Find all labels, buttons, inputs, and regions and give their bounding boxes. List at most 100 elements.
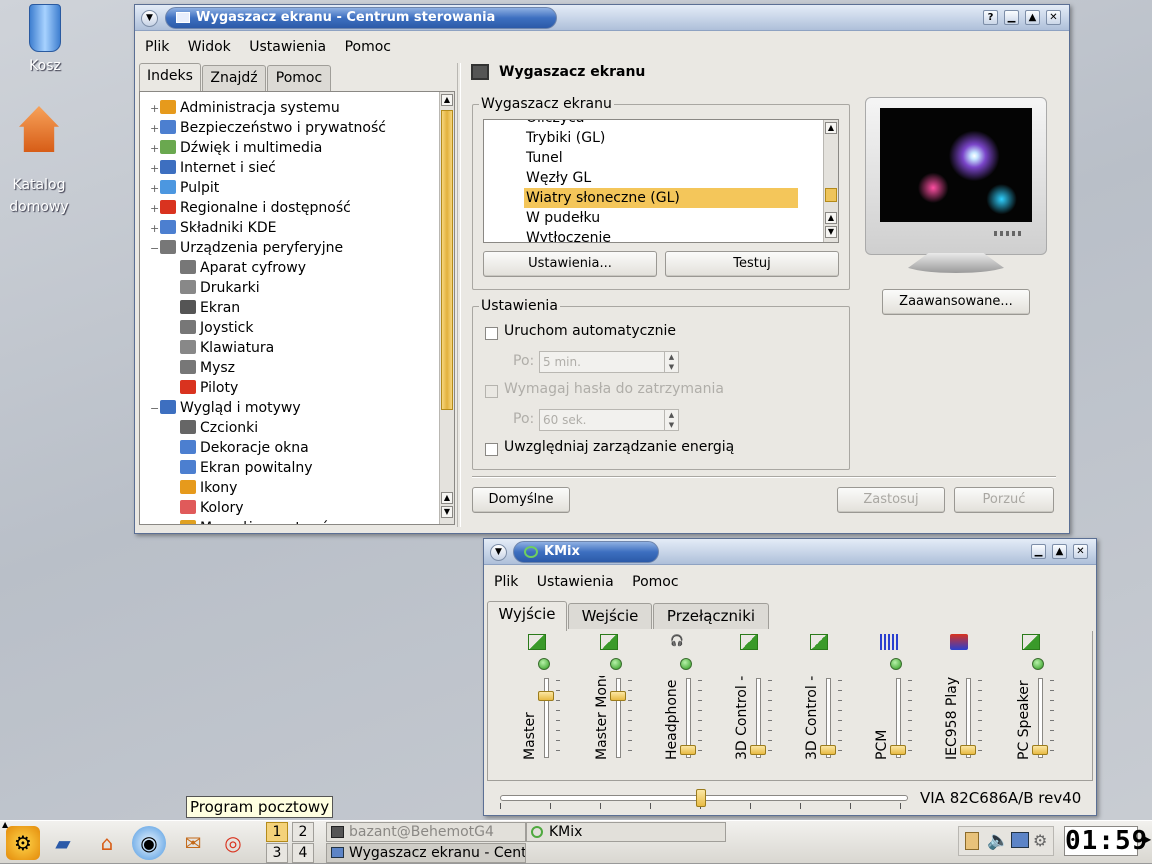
help-lifebuoy-icon[interactable]: ◎ <box>216 826 250 860</box>
balance-knob[interactable] <box>696 789 706 807</box>
mail-icon[interactable]: ✉ <box>176 826 210 860</box>
expand-icon[interactable]: + <box>150 219 160 239</box>
splitter[interactable] <box>457 63 461 527</box>
volume-knob[interactable] <box>1032 744 1048 755</box>
volume-knob[interactable] <box>960 744 976 755</box>
clock[interactable]: 01:59 <box>1064 826 1147 856</box>
test-button[interactable]: Testuj <box>665 251 839 277</box>
mute-led[interactable] <box>890 658 902 670</box>
saver-scroll-up[interactable]: ▲ <box>825 122 837 134</box>
minimize-button[interactable]: ▁ <box>1004 10 1019 25</box>
volume-knob[interactable] <box>820 744 836 755</box>
kmix-title-bar[interactable]: ▼ KMix ▁ ▲ ✕ <box>484 539 1096 565</box>
kmix-menu-settings[interactable]: Ustawienia <box>537 574 614 590</box>
menu-settings[interactable]: Ustawienia <box>249 39 326 55</box>
scroll-up-arrow-bottom[interactable]: ▲ <box>441 492 453 504</box>
expand-icon[interactable]: + <box>150 99 160 119</box>
desktop-icon[interactable]: ▰ <box>46 826 80 860</box>
tree-item[interactable]: Drukarki <box>180 278 260 298</box>
saver-item[interactable]: Wytłoczenie <box>524 228 798 242</box>
expand-icon[interactable]: + <box>150 139 160 159</box>
saver-scroll-up-bottom[interactable]: ▲ <box>825 212 837 224</box>
help-button[interactable]: ? <box>983 10 998 25</box>
tab-switches[interactable]: Przełączniki <box>653 603 769 629</box>
saver-item[interactable]: Tunel <box>524 148 798 168</box>
mute-led[interactable] <box>1032 658 1044 670</box>
tree-item[interactable]: + Internet i sieć <box>150 158 276 178</box>
tree-item[interactable]: Klawiatura <box>180 338 274 358</box>
desktop-3[interactable]: 3 <box>266 843 288 863</box>
menu-help[interactable]: Pomoc <box>345 39 391 55</box>
tab-search[interactable]: Znajdź <box>202 65 266 91</box>
saver-item[interactable]: Węzły GL <box>524 168 798 188</box>
tree-item[interactable]: + Pulpit <box>150 178 219 198</box>
expand-icon[interactable]: − <box>150 399 160 419</box>
expand-icon[interactable]: + <box>150 179 160 199</box>
tab-help[interactable]: Pomoc <box>267 65 331 91</box>
volume-knob[interactable] <box>680 744 696 755</box>
kmix-window-menu-button[interactable]: ▼ <box>490 544 507 561</box>
tree-item[interactable]: + Regionalne i dostępność <box>150 198 351 218</box>
panel-hide-left[interactable]: ▲ <box>2 820 8 829</box>
tree-item[interactable]: + Bezpieczeństwo i prywatność <box>150 118 386 138</box>
task-kmix[interactable]: KMix <box>526 822 726 842</box>
window-menu-button[interactable]: ▼ <box>141 10 158 27</box>
tree-item[interactable]: Menedżer motywów <box>180 518 341 524</box>
balance-slider[interactable] <box>500 789 908 813</box>
mute-led[interactable] <box>538 658 550 670</box>
tree-item[interactable]: − Wygląd i motywy <box>150 398 301 418</box>
volume-icon[interactable]: 🔈 <box>987 830 1009 851</box>
require-password-checkbox[interactable] <box>485 385 498 398</box>
expand-icon[interactable]: + <box>150 199 160 219</box>
scroll-up-arrow[interactable]: ▲ <box>441 94 453 106</box>
tree-scrollbar[interactable]: ▲ ▲ ▼ <box>439 92 454 524</box>
spin-arrows[interactable]: ▲ ▼ <box>664 352 678 372</box>
tree-item[interactable]: + Administracja systemu <box>150 98 340 118</box>
spin-arrows-2[interactable]: ▲ ▼ <box>664 410 678 430</box>
kmix-maximize-button[interactable]: ▲ <box>1052 544 1067 559</box>
desktop-2[interactable]: 2 <box>292 822 314 842</box>
desktop-1[interactable]: 1 <box>266 822 288 842</box>
tree-item[interactable]: Mysz <box>180 358 235 378</box>
kde-menu-icon[interactable]: ⚙ <box>6 826 40 860</box>
tree-item[interactable]: − Urządzenia peryferyjne <box>150 238 343 258</box>
close-button[interactable]: ✕ <box>1046 10 1061 25</box>
saver-scrollbar[interactable]: ▲ ▲ ▼ <box>823 120 838 242</box>
delay-spinbox[interactable]: 5 min. ▲ ▼ <box>539 351 679 373</box>
task-control-center[interactable]: Wygaszacz ekranu - Cent <box>326 843 526 863</box>
scroll-down-arrow[interactable]: ▼ <box>441 506 453 518</box>
volume-knob[interactable] <box>610 690 626 701</box>
desktop-4[interactable]: 4 <box>292 843 314 863</box>
energy-checkbox[interactable] <box>485 443 498 456</box>
volume-knob[interactable] <box>890 744 906 755</box>
mute-led[interactable] <box>680 658 692 670</box>
kmix-minimize-button[interactable]: ▁ <box>1031 544 1046 559</box>
panel-hide-arrow[interactable]: ▶ <box>1142 832 1151 846</box>
title-bar[interactable]: ▼ Wygaszacz ekranu - Centrum sterowania … <box>135 5 1069 31</box>
display-icon[interactable] <box>1011 832 1029 848</box>
tree-item[interactable]: Piloty <box>180 378 238 398</box>
saver-settings-button[interactable]: Ustawienia... <box>483 251 657 277</box>
menu-file[interactable]: Plik <box>145 39 169 55</box>
saver-item[interactable]: Wiatry słoneczne (GL) <box>524 188 798 208</box>
advanced-button[interactable]: Zaawansowane... <box>882 289 1030 315</box>
volume-knob[interactable] <box>538 690 554 701</box>
maximize-button[interactable]: ▲ <box>1025 10 1040 25</box>
menu-view[interactable]: Widok <box>188 39 231 55</box>
clipboard-icon[interactable] <box>965 832 979 850</box>
defaults-button[interactable]: Domyślne <box>472 487 570 513</box>
tree-item[interactable]: Aparat cyfrowy <box>180 258 306 278</box>
tree-item[interactable]: + Dźwięk i multimedia <box>150 138 322 158</box>
tree-item[interactable]: Ekran powitalny <box>180 458 313 478</box>
apply-button[interactable]: Zastosuj <box>837 487 945 513</box>
kmix-menu-help[interactable]: Pomoc <box>632 574 678 590</box>
tree-item[interactable]: Czcionki <box>180 418 258 438</box>
home-icon[interactable]: ⌂ <box>90 826 124 860</box>
mute-led[interactable] <box>610 658 622 670</box>
settings-tray-icon[interactable]: ⚙ <box>1033 831 1047 850</box>
saver-scroll-thumb[interactable] <box>825 188 837 202</box>
kmix-close-button[interactable]: ✕ <box>1073 544 1088 559</box>
tree-item[interactable]: Dekoracje okna <box>180 438 309 458</box>
scroll-thumb[interactable] <box>441 110 453 410</box>
tree-item[interactable]: Ekran <box>180 298 240 318</box>
